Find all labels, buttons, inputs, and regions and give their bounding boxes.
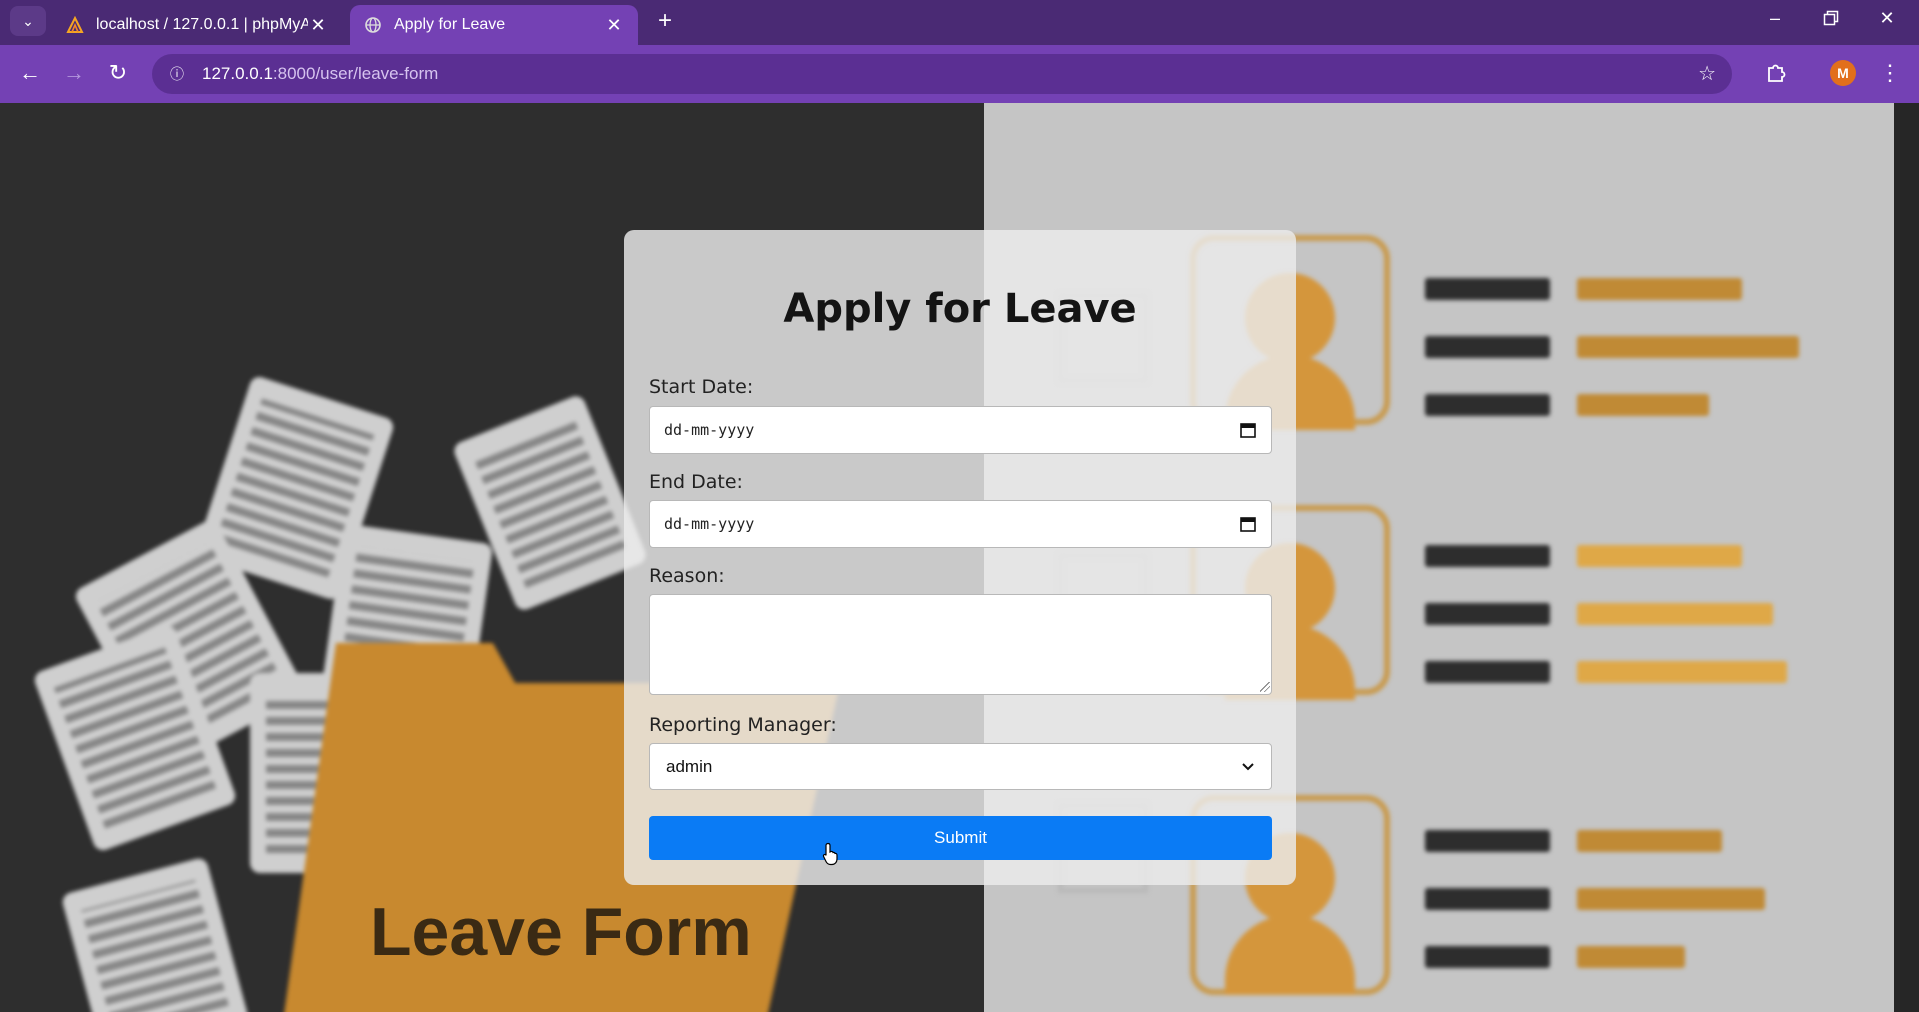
reporting-manager-label: Reporting Manager: <box>649 714 837 736</box>
chevron-down-icon: ⌄ <box>22 12 34 29</box>
arrow-right-icon: → <box>63 60 85 85</box>
site-info-icon[interactable]: ⓘ <box>164 61 190 87</box>
reload-icon: ↻ <box>108 60 128 85</box>
text-line-shape <box>1577 830 1722 852</box>
text-line-shape <box>1577 394 1709 416</box>
reload-button[interactable]: ↻ <box>100 55 136 91</box>
end-date-placeholder: dd-mm-yyyy <box>664 515 755 533</box>
puzzle-icon <box>1768 64 1786 82</box>
reason-label: Reason: <box>649 565 725 587</box>
resize-handle-icon[interactable] <box>1260 682 1270 692</box>
plus-icon: + <box>657 7 672 34</box>
start-date-input[interactable]: dd-mm-yyyy <box>649 406 1272 454</box>
restore-icon <box>1823 10 1839 26</box>
text-line-shape <box>1577 336 1799 358</box>
text-line-shape <box>1425 830 1550 852</box>
url-text: 127.0.0.1:8000/user/leave-form <box>202 64 438 84</box>
globe-icon <box>365 17 381 33</box>
close-tab-icon[interactable]: ✕ <box>604 15 624 36</box>
text-line-shape <box>1425 946 1550 968</box>
calendar-icon[interactable] <box>1239 515 1257 533</box>
close-tab-icon[interactable]: ✕ <box>308 15 328 36</box>
submit-button[interactable]: Submit <box>649 816 1272 860</box>
profile-avatar[interactable]: M <box>1830 60 1856 86</box>
minimize-button[interactable]: – <box>1750 2 1800 34</box>
url-path: :8000/user/leave-form <box>272 64 439 83</box>
text-line-shape <box>1425 661 1550 683</box>
hand-cursor-icon <box>822 842 838 866</box>
tab-search-button[interactable]: ⌄ <box>10 6 46 36</box>
text-line-shape <box>1425 603 1550 625</box>
tab-strip: ⌄ localhost / 127.0.0.1 | phpMyAd ✕ Appl… <box>0 0 1919 45</box>
text-line-shape <box>1425 545 1550 567</box>
text-line-shape <box>1577 603 1773 625</box>
start-date-label: Start Date: <box>649 376 754 398</box>
tab-title: Apply for Leave <box>394 16 506 33</box>
text-line-shape <box>1425 278 1550 300</box>
extensions-button[interactable] <box>1758 55 1794 91</box>
tab-apply-for-leave[interactable]: Apply for Leave ✕ <box>350 5 638 45</box>
close-icon: ✕ <box>1879 7 1895 28</box>
tab-title: localhost / 127.0.0.1 | phpMyAd <box>96 16 308 33</box>
background-caption: Leave Form <box>370 894 752 970</box>
back-button[interactable]: ← <box>12 55 48 91</box>
page-title: Apply for Leave <box>783 286 1137 332</box>
address-bar[interactable]: ⓘ 127.0.0.1:8000/user/leave-form ☆ <box>152 54 1732 94</box>
start-date-placeholder: dd-mm-yyyy <box>664 421 755 439</box>
text-line-shape <box>1425 394 1550 416</box>
text-line-shape <box>1425 888 1550 910</box>
restore-button[interactable] <box>1806 2 1856 34</box>
minimize-icon: – <box>1769 7 1780 28</box>
text-line-shape <box>1577 888 1765 910</box>
arrow-left-icon: ← <box>19 60 41 85</box>
more-vert-icon: ⋮ <box>1879 60 1901 85</box>
bookmark-star-icon[interactable]: ☆ <box>1698 61 1716 86</box>
reporting-manager-value: admin <box>666 756 713 776</box>
text-line-shape <box>1577 661 1787 683</box>
text-line-shape <box>1577 545 1742 567</box>
tab-phpmyadmin[interactable]: localhost / 127.0.0.1 | phpMyAd ✕ <box>52 5 342 45</box>
text-line-shape <box>1425 336 1550 358</box>
calendar-icon[interactable] <box>1239 421 1257 439</box>
browser-toolbar: ← → ↻ ⓘ 127.0.0.1:8000/user/leave-form ☆… <box>0 45 1919 103</box>
browser-menu-button[interactable]: ⋮ <box>1872 55 1908 91</box>
text-line-shape <box>1577 278 1742 300</box>
text-line-shape <box>1577 946 1685 968</box>
new-tab-button[interactable]: + <box>650 6 680 36</box>
end-date-label: End Date: <box>649 471 743 493</box>
reporting-manager-select[interactable]: admin <box>649 743 1272 790</box>
close-window-button[interactable]: ✕ <box>1862 2 1912 34</box>
phpmyadmin-favicon-icon <box>66 16 84 33</box>
chevron-down-icon <box>1242 762 1254 770</box>
forward-button[interactable]: → <box>56 55 92 91</box>
url-host: 127.0.0.1 <box>202 64 273 83</box>
end-date-input[interactable]: dd-mm-yyyy <box>649 500 1272 548</box>
background-right-edge <box>1894 103 1919 1012</box>
reason-textarea[interactable] <box>649 594 1272 695</box>
leave-form-card: Apply for Leave Start Date: dd-mm-yyyy E… <box>624 230 1296 885</box>
